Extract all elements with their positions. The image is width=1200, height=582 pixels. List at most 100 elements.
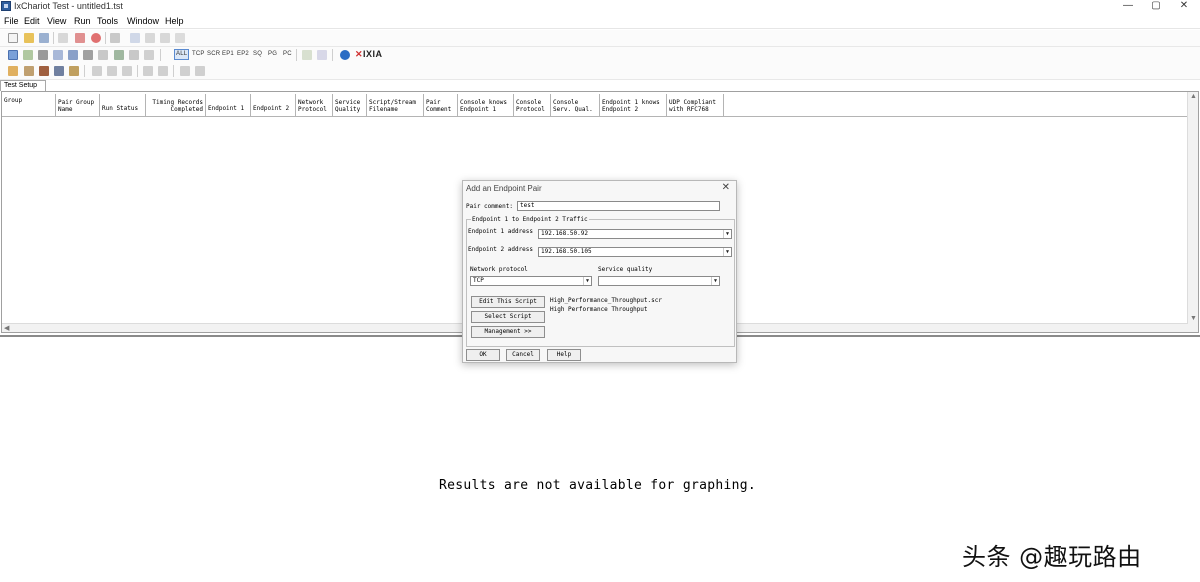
column-header[interactable]: Endpoint 1 knows Endpoint 2 xyxy=(600,94,667,116)
filter-sq-button[interactable]: SQ xyxy=(253,51,262,57)
filter-scr-button[interactable]: SCR xyxy=(207,51,220,57)
column-header[interactable]: Timing Records Completed xyxy=(146,94,206,116)
bookmark-icon[interactable] xyxy=(39,66,49,76)
edit-script-button[interactable]: Edit This Script xyxy=(471,296,545,308)
chevron-down-icon: ▼ xyxy=(711,277,719,285)
column-header[interactable]: UDP Compliant with RFC768 xyxy=(667,94,724,116)
select-script-button[interactable]: Select Script xyxy=(471,311,545,323)
edit-script-icon[interactable] xyxy=(129,50,139,60)
filter-ep1-button[interactable]: EP1 xyxy=(222,51,234,57)
add-multicast-icon[interactable] xyxy=(38,50,48,60)
open-results-icon[interactable] xyxy=(8,66,18,76)
help-button[interactable]: Help xyxy=(547,349,581,361)
undo-icon[interactable] xyxy=(145,33,155,43)
find-icon[interactable] xyxy=(175,33,185,43)
redo-icon[interactable] xyxy=(160,33,170,43)
sort-desc-icon[interactable] xyxy=(107,66,117,76)
run-icon[interactable] xyxy=(302,50,312,60)
copy-icon[interactable] xyxy=(110,33,120,43)
pair-comment-input[interactable]: test xyxy=(517,201,720,211)
add-pair-icon[interactable] xyxy=(23,50,33,60)
service-quality-dropdown[interactable]: ▼ xyxy=(598,276,720,286)
ok-button[interactable]: OK xyxy=(466,349,500,361)
filter-tcp-button[interactable]: TCP xyxy=(192,51,205,57)
network-icon[interactable] xyxy=(54,66,64,76)
dialog-title: Add an Endpoint Pair xyxy=(466,184,542,193)
management-button[interactable]: Management >> xyxy=(471,326,545,338)
standard-toolbar xyxy=(0,30,1200,47)
watermark: 头条 @趣玩路由 xyxy=(962,543,1142,571)
menu-tools[interactable]: Tools xyxy=(97,16,118,26)
column-header[interactable]: Run Status xyxy=(100,94,146,116)
endpoint2-address-dropdown[interactable]: 192.168.50.105 ▼ xyxy=(538,247,732,257)
edit-pair-icon[interactable] xyxy=(53,50,63,60)
app-icon xyxy=(1,1,11,11)
script-icon[interactable] xyxy=(114,50,124,60)
chevron-down-icon: ▼ xyxy=(723,248,731,256)
scroll-down-icon[interactable]: ▼ xyxy=(1190,315,1197,322)
tab-test-setup[interactable]: Test Setup xyxy=(0,80,46,91)
collapse-icon[interactable] xyxy=(158,66,168,76)
expand-icon[interactable] xyxy=(143,66,153,76)
scroll-up-icon[interactable]: ▲ xyxy=(1190,93,1197,100)
endpoint2-label: Endpoint 2 address xyxy=(468,246,534,253)
menu-help[interactable]: Help xyxy=(165,16,184,26)
column-header[interactable]: Endpoint 1 xyxy=(206,94,251,116)
service-quality-label: Service quality xyxy=(598,266,653,273)
column-header[interactable]: Script/Stream Filename xyxy=(367,94,424,116)
menu-run[interactable]: Run xyxy=(74,16,91,26)
save-icon[interactable] xyxy=(39,33,49,43)
view-toolbar xyxy=(0,63,1200,80)
column-header[interactable]: Network Protocol xyxy=(296,94,333,116)
filter-all-button[interactable]: ALL xyxy=(174,49,190,60)
script-filename: High_Performance_Throughput.scr xyxy=(550,297,662,304)
columns-icon[interactable] xyxy=(195,66,205,76)
column-header[interactable]: Pair Group Name xyxy=(56,94,100,116)
column-header[interactable]: Group xyxy=(2,94,56,116)
close-button[interactable]: ✕ xyxy=(1164,0,1200,14)
traffic-groupbox: Endpoint 1 to Endpoint 2 Traffic Endpoin… xyxy=(466,216,735,347)
layout-icon[interactable] xyxy=(180,66,190,76)
properties-icon[interactable] xyxy=(144,50,154,60)
renumber-icon[interactable] xyxy=(83,50,93,60)
new-file-icon[interactable] xyxy=(8,33,18,43)
endpoint1-label: Endpoint 1 address xyxy=(468,228,534,235)
column-header[interactable]: Pair Comment xyxy=(424,94,458,116)
filter-pg-button[interactable]: PG xyxy=(268,51,277,57)
mark-icon[interactable] xyxy=(24,66,34,76)
scroll-left-icon[interactable]: ◀ xyxy=(4,324,9,332)
add-endpoint-pair-dialog: Add an Endpoint Pair ✕ Pair comment: tes… xyxy=(462,180,737,363)
column-header[interactable]: Console knows Endpoint 1 xyxy=(458,94,514,116)
sort-reset-icon[interactable] xyxy=(122,66,132,76)
menu-window[interactable]: Window xyxy=(127,16,159,26)
paste-icon[interactable] xyxy=(130,33,140,43)
menu-view[interactable]: View xyxy=(47,16,66,26)
column-header[interactable]: Endpoint 2 xyxy=(251,94,296,116)
group-icon[interactable] xyxy=(98,50,108,60)
network-protocol-dropdown[interactable]: TCP ▼ xyxy=(470,276,592,286)
sort-asc-icon[interactable] xyxy=(92,66,102,76)
column-header[interactable]: Console Serv. Qual. xyxy=(551,94,600,116)
vertical-scrollbar[interactable]: ▲ ▼ xyxy=(1187,92,1198,332)
script-description: High Performance Throughput xyxy=(550,306,648,313)
column-header[interactable]: Console Protocol xyxy=(514,94,551,116)
open-folder-icon[interactable] xyxy=(24,33,34,43)
dialog-close-icon[interactable]: ✕ xyxy=(722,182,730,193)
column-header[interactable]: Service Quality xyxy=(333,94,367,116)
info-icon[interactable] xyxy=(340,50,350,60)
replicate-icon[interactable] xyxy=(68,50,78,60)
select-pointer-icon[interactable] xyxy=(8,50,18,60)
filter-ep2-button[interactable]: EP2 xyxy=(237,51,249,57)
print-icon[interactable] xyxy=(58,33,68,43)
filter-pc-button[interactable]: PC xyxy=(283,51,292,57)
stop-icon[interactable] xyxy=(91,33,101,43)
topology-icon[interactable] xyxy=(69,66,79,76)
cancel-button[interactable]: Cancel xyxy=(506,349,540,361)
stop-run-icon[interactable] xyxy=(317,50,327,60)
menu-edit[interactable]: Edit xyxy=(24,16,40,26)
cut-icon[interactable] xyxy=(75,33,85,43)
traffic-group-title: Endpoint 1 to Endpoint 2 Traffic xyxy=(471,216,589,223)
pair-comment-label: Pair comment: xyxy=(466,203,513,210)
endpoint1-address-dropdown[interactable]: 192.168.50.92 ▼ xyxy=(538,229,732,239)
menu-file[interactable]: File xyxy=(4,16,19,26)
